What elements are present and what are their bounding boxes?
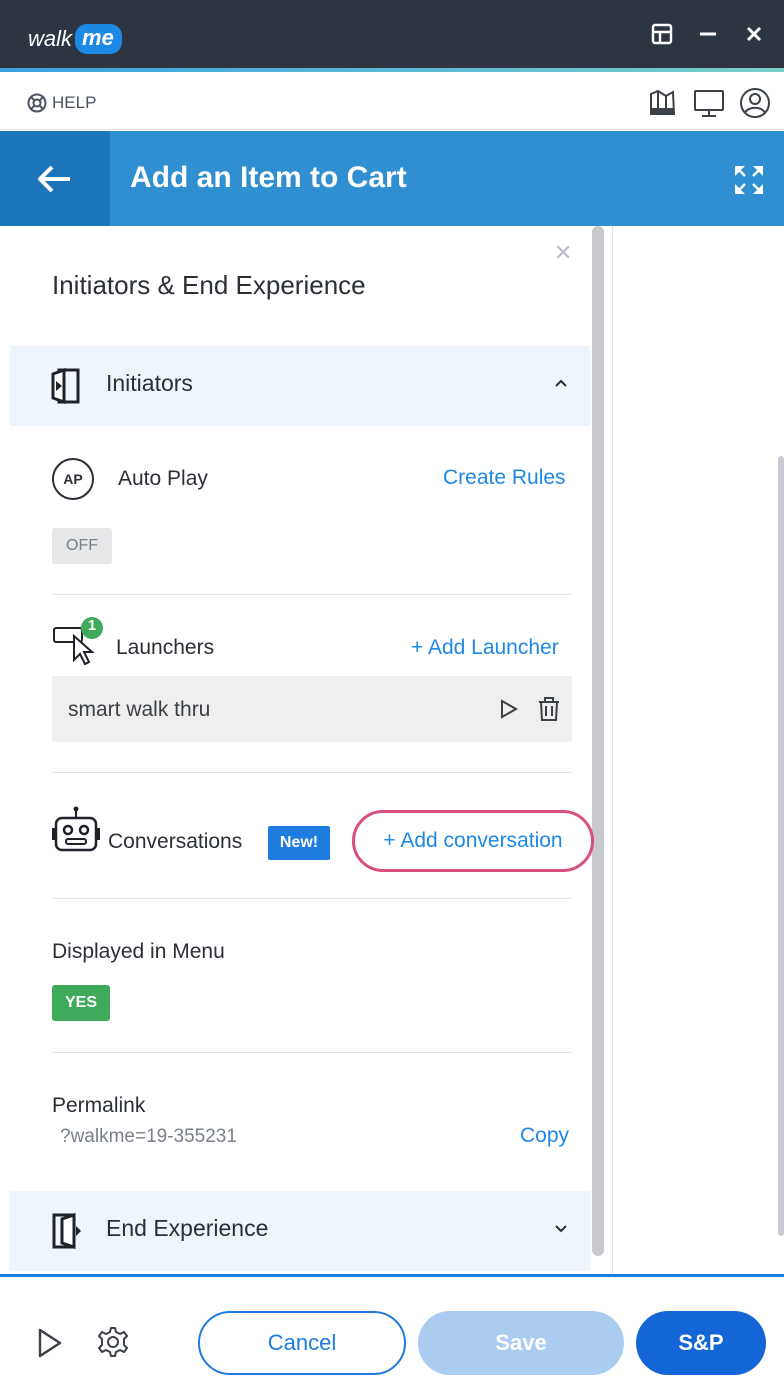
launchers-icon: 1: [52, 616, 104, 666]
new-badge: New!: [268, 826, 330, 860]
gear-icon[interactable]: [96, 1325, 130, 1359]
panel-title: Initiators & End Experience: [52, 270, 366, 300]
end-experience-section-header[interactable]: End Experience: [10, 1191, 590, 1271]
play-icon[interactable]: [36, 1327, 64, 1359]
panel-scrollbar[interactable]: [592, 226, 604, 1256]
copy-link[interactable]: Copy: [520, 1124, 569, 1148]
displayed-in-menu-status-badge[interactable]: YES: [52, 985, 110, 1021]
chevron-down-icon[interactable]: [552, 1219, 570, 1237]
initiators-label: Initiators: [106, 370, 193, 396]
trash-icon[interactable]: [536, 696, 562, 722]
play-icon[interactable]: [498, 698, 520, 720]
help-label: HELP: [52, 93, 97, 112]
launcher-item[interactable]: smart walk thru: [52, 676, 572, 742]
help-bar-icons: [646, 86, 772, 120]
logo-me-text: me: [75, 24, 122, 54]
divider: [52, 772, 572, 773]
preview-scrollbar[interactable]: [778, 456, 784, 1236]
divider: [52, 594, 572, 595]
initiators-section-header[interactable]: Initiators: [10, 346, 590, 426]
permalink-value: ?walkme=19-355231: [60, 1126, 237, 1147]
auto-play-status-badge[interactable]: OFF: [52, 528, 112, 564]
divider: [52, 898, 572, 899]
add-launcher-link[interactable]: + Add Launcher: [411, 636, 559, 660]
page-title: Add an Item to Cart: [130, 161, 407, 194]
add-conversation-link[interactable]: + Add conversation: [352, 810, 594, 872]
robot-icon: [52, 806, 100, 852]
launcher-name: smart walk thru: [68, 698, 211, 721]
close-icon[interactable]: [742, 22, 766, 46]
layout-icon[interactable]: [650, 22, 674, 46]
logo-walk-text: walk: [28, 26, 73, 51]
footer-toolbar: Cancel Save S&P: [0, 1274, 784, 1394]
cancel-button[interactable]: Cancel: [198, 1311, 406, 1375]
save-button[interactable]: Save: [418, 1311, 624, 1375]
page-header: Add an Item to Cart: [0, 131, 784, 226]
help-button[interactable]: HELP: [26, 92, 96, 114]
auto-play-icon: AP: [52, 458, 94, 500]
title-bar: walk me: [0, 0, 784, 72]
arrow-left-icon: [38, 165, 70, 192]
conversations-label: Conversations: [108, 830, 243, 853]
launchers-label: Launchers: [116, 636, 215, 659]
title-bar-accent: [0, 68, 784, 72]
auto-play-label: Auto Play: [118, 467, 208, 490]
displayed-in-menu-label: Displayed in Menu: [52, 940, 225, 963]
divider: [52, 1052, 572, 1053]
close-panel-icon[interactable]: ✕: [554, 240, 572, 266]
door-enter-icon: [51, 367, 80, 405]
chevron-up-icon[interactable]: [552, 374, 570, 392]
monitor-icon[interactable]: [692, 86, 726, 120]
window-controls: [650, 22, 766, 46]
account-icon[interactable]: [738, 86, 772, 120]
minimize-icon[interactable]: [696, 22, 720, 46]
palette-icon[interactable]: [646, 86, 680, 120]
back-button[interactable]: [0, 131, 110, 226]
walkme-logo: walk me: [28, 24, 122, 54]
lifebuoy-icon: [27, 93, 47, 113]
permalink-label: Permalink: [52, 1094, 146, 1117]
expand-icon[interactable]: [732, 163, 766, 197]
create-rules-link[interactable]: Create Rules: [443, 466, 566, 490]
end-experience-label: End Experience: [106, 1215, 269, 1241]
help-bar: HELP: [0, 76, 784, 130]
launchers-count-badge: 1: [87, 617, 97, 634]
save-and-publish-button[interactable]: S&P: [636, 1311, 766, 1375]
door-exit-icon: [52, 1212, 81, 1250]
preview-pane: [612, 226, 784, 1274]
